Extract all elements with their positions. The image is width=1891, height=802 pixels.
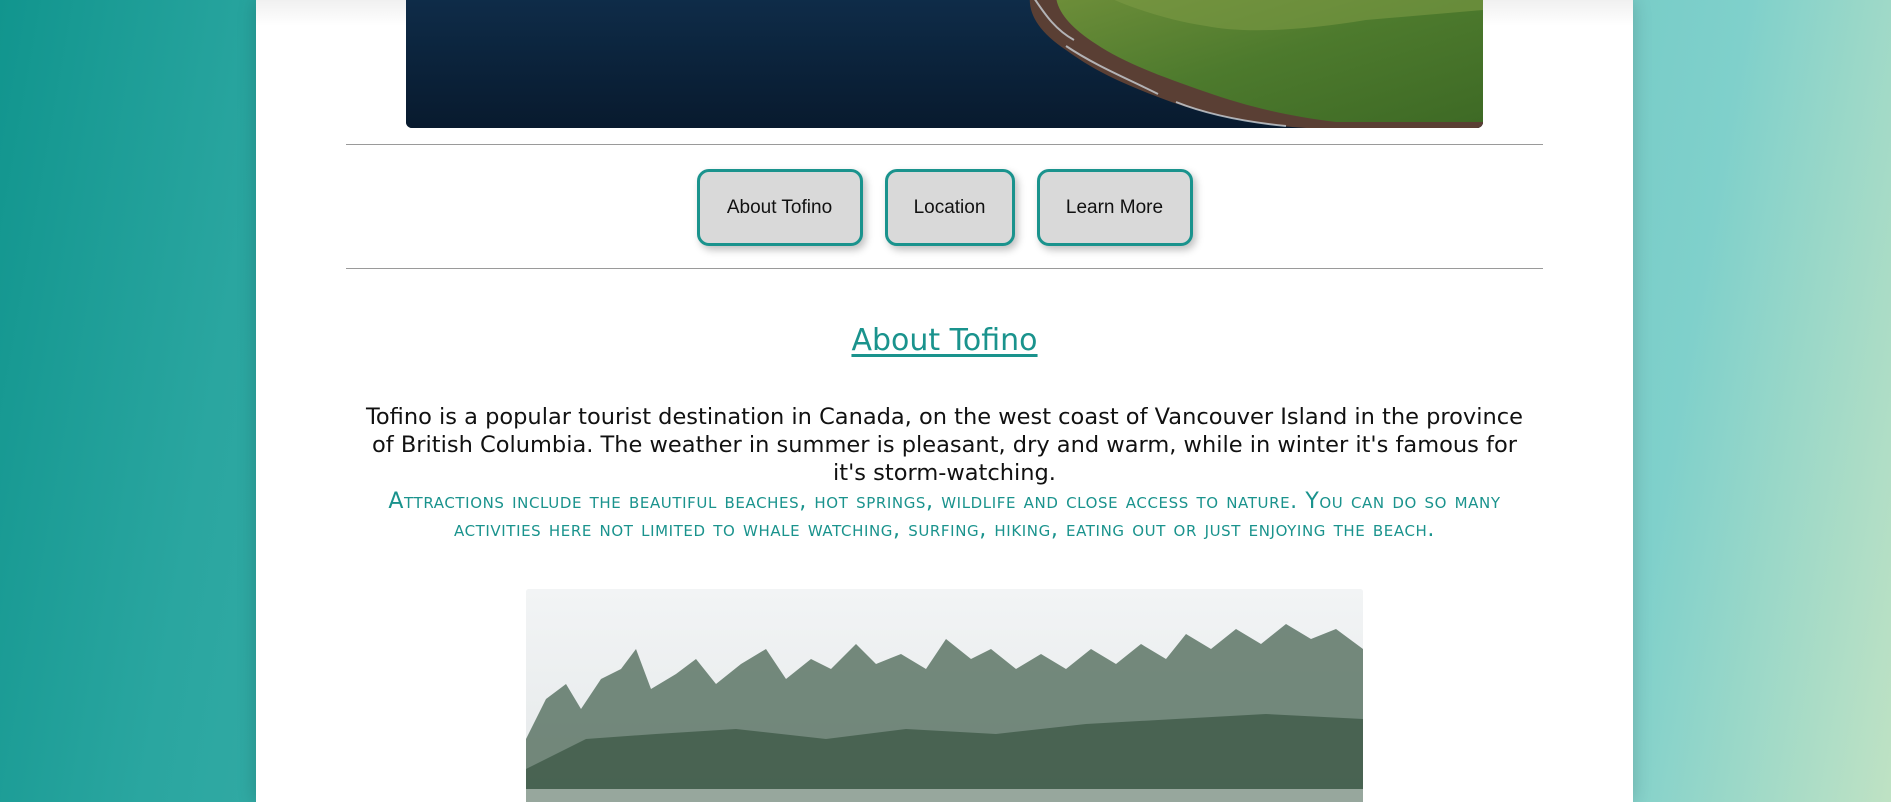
intro-paragraph: Tofino is a popular tourist destination …: [366, 404, 1523, 486]
divider-bottom: [346, 268, 1543, 269]
hero-image-art: [406, 0, 1483, 128]
section-title-about: About Tofino: [851, 323, 1038, 358]
nav-button-location[interactable]: Location: [884, 169, 1015, 246]
forest-photo-art: [526, 589, 1363, 802]
forest-photo: [526, 589, 1363, 802]
nav-button-label: Learn More: [1065, 196, 1164, 218]
nav-button-learn-more[interactable]: Learn More: [1036, 169, 1193, 246]
nav-button-label: About Tofino: [726, 196, 833, 218]
hero-image-coastline: [406, 0, 1483, 128]
nav-button-label: Location: [913, 196, 986, 218]
nav-bar: About Tofino Location Learn More: [256, 169, 1633, 246]
nav-button-about-tofino[interactable]: About Tofino: [696, 169, 863, 246]
divider-top: [346, 144, 1543, 145]
attractions-paragraph: Attractions include the beautiful beache…: [388, 489, 1501, 542]
page-content: About Tofino Location Learn More About T…: [256, 0, 1633, 802]
